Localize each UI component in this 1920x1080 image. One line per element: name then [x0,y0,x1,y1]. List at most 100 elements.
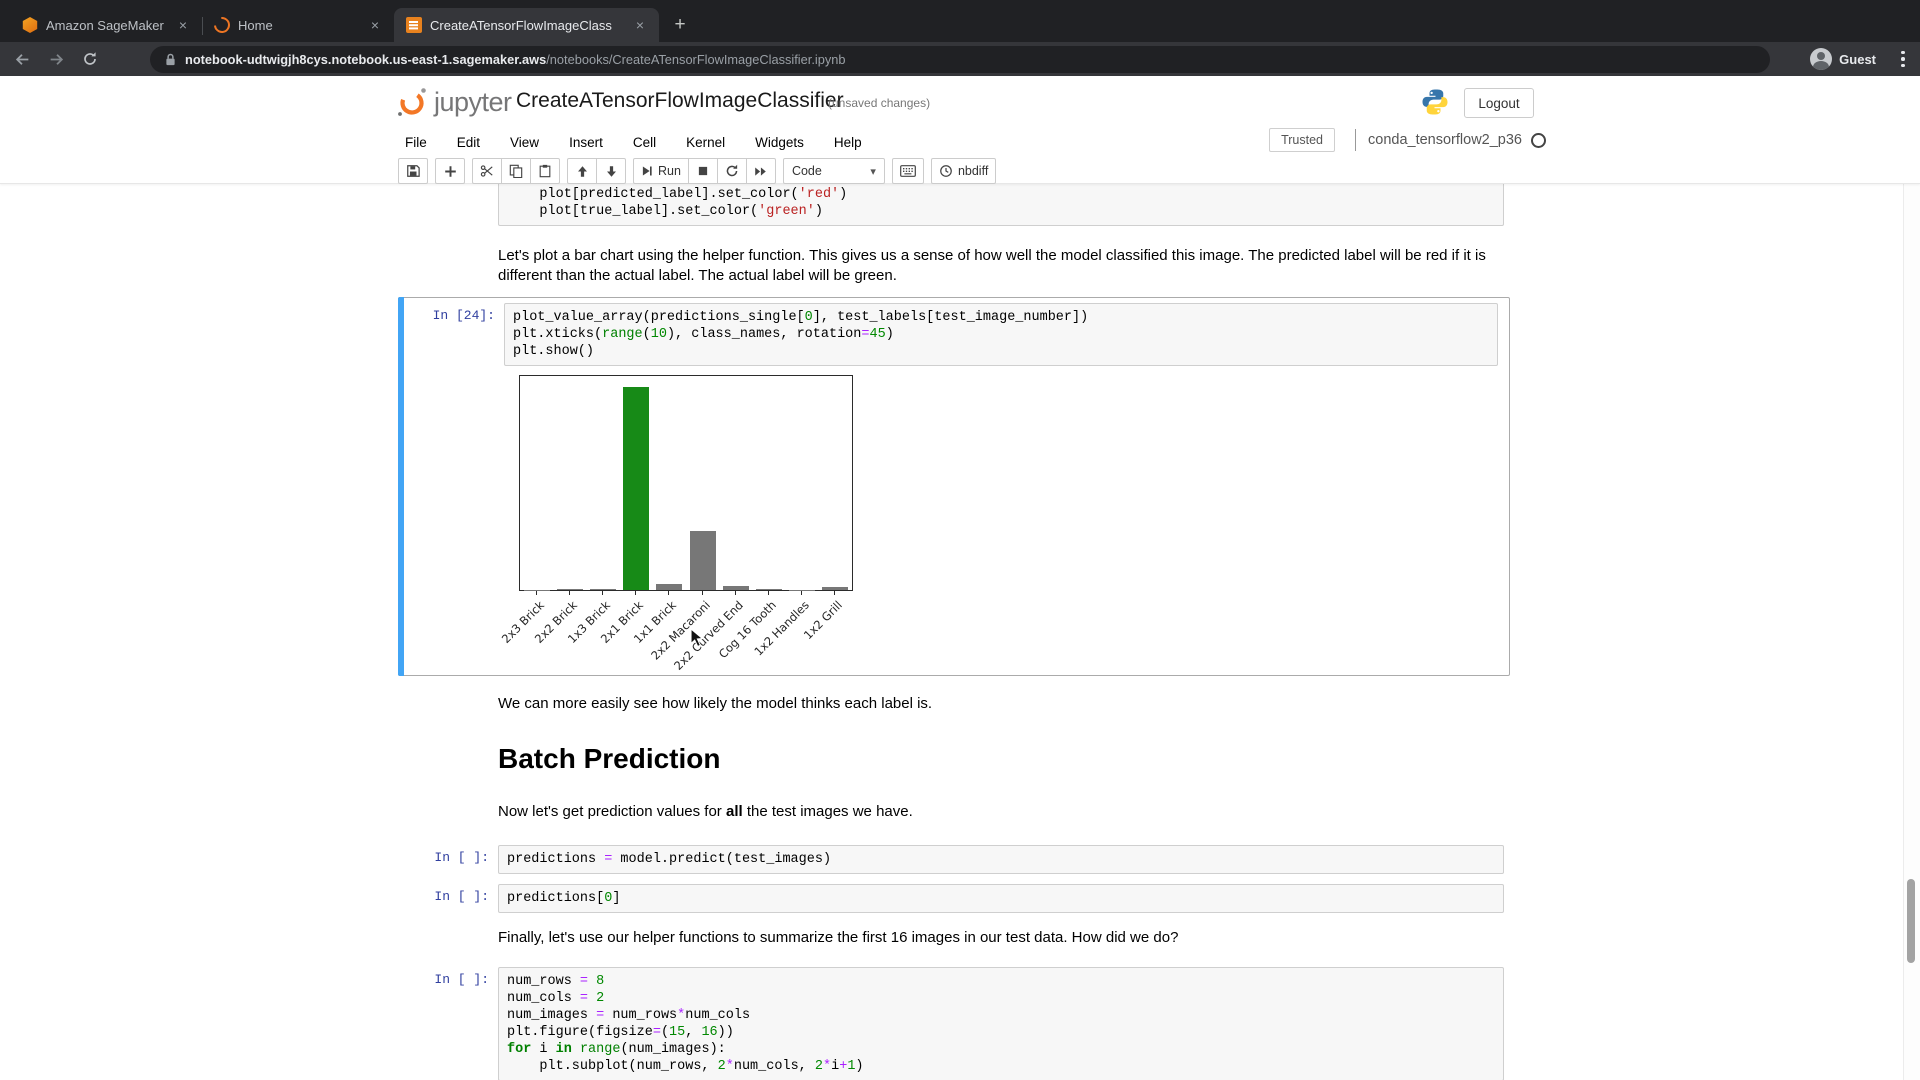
code-cell-batch: In [ ]: num_rows = 8num_cols = 2num_imag… [398,967,1510,1080]
new-tab-button[interactable]: + [667,12,693,38]
selected-code-cell[interactable]: In [24]: plot_value_array(predictions_si… [398,297,1510,676]
menu-cell[interactable]: Cell [618,129,671,156]
arrow-down-icon [605,165,618,178]
profile-chip[interactable]: Guest [1802,45,1884,73]
add-cell-button[interactable] [435,158,465,184]
notebook-icon [406,17,422,33]
notebook-toolbar: Run Code ▾ nbdiff [0,158,1920,184]
chart-axes [519,375,853,591]
restart-kernel-button[interactable] [717,158,747,184]
code-cell-pred0: In [ ]: predictions[0] [398,884,1510,913]
tab-notebook[interactable]: CreateATensorFlowImageClass × [394,8,659,42]
cell-type-select[interactable]: Code ▾ [783,158,885,184]
menu-file[interactable]: File [390,129,442,156]
chart-xtick [768,591,769,595]
menu-help[interactable]: Help [819,129,877,156]
move-up-button[interactable] [567,158,597,184]
chart-bar [756,589,782,590]
copy-cell-button[interactable] [501,158,531,184]
tab-label: CreateATensorFlowImageClass [430,18,623,33]
chart-xtick [635,591,636,595]
tab-home[interactable]: Home× [202,8,394,42]
run-button[interactable]: Run [633,158,689,184]
command-palette-button[interactable] [892,158,924,184]
menu-view[interactable]: View [495,129,554,156]
browser-toolbar: notebook-udtwigjh8cys.notebook.us-east-1… [0,42,1920,76]
chart-bar [822,587,848,590]
browser-menu-button[interactable] [1894,49,1912,69]
move-down-button[interactable] [596,158,626,184]
lock-icon [164,53,177,66]
section-heading: Batch Prediction [498,742,720,776]
address-bar[interactable]: notebook-udtwigjh8cys.notebook.us-east-1… [150,46,1770,73]
tab-close-icon[interactable]: × [366,16,384,34]
back-button[interactable] [10,47,34,71]
chart-bar [656,584,682,590]
divider [1355,129,1356,151]
cell-prompt: In [ ]: [398,967,498,1080]
markdown-cell-finally: Finally, let's use our helper functions … [398,928,1510,948]
forward-button[interactable] [44,47,68,71]
clock-icon [939,164,953,178]
scrollbar-thumb[interactable] [1907,879,1915,963]
cell-prompt: In [ ]: [398,845,498,874]
chart-bar [557,589,583,590]
menu-insert[interactable]: Insert [554,129,618,156]
cell-prompt: In [ ]: [398,884,498,913]
code-cell-predict: In [ ]: predictions = model.predict(test… [398,845,1510,874]
tab-amazon-sagemaker[interactable]: Amazon SageMaker × [10,8,202,42]
stop-button[interactable] [688,158,718,184]
save-icon [406,164,420,178]
arrow-up-icon [576,165,589,178]
menu-edit[interactable]: Edit [442,129,495,156]
chart-bar [623,387,649,590]
code-input[interactable]: plot_value_array(predictions_single[0], … [504,303,1498,366]
url-text: notebook-udtwigjh8cys.notebook.us-east-1… [185,52,845,67]
code-input[interactable]: num_rows = 8num_cols = 2num_images = num… [498,967,1504,1080]
notebook-body: plot[predicted_label].set_color('red') p… [0,184,1900,1080]
chart-bar [690,531,716,590]
run-button-label: Run [658,164,681,178]
tab-close-icon[interactable]: × [174,16,192,34]
profile-name: Guest [1839,52,1876,67]
jupyter-logo[interactable]: jupyter [394,84,512,120]
chart-xtick [602,591,603,595]
jupyter-logo-text: jupyter [434,87,512,118]
cut-cell-button[interactable] [472,158,502,184]
keyboard-icon [900,165,916,177]
code-input[interactable]: predictions = model.predict(test_images) [498,845,1504,874]
menu-kernel[interactable]: Kernel [671,129,740,156]
logout-button[interactable]: Logout [1464,88,1534,118]
code-input[interactable]: plot[predicted_label].set_color('red') p… [498,184,1504,226]
nbdiff-label: nbdiff [958,164,988,178]
notebook-title[interactable]: CreateATensorFlowImageClassifier [516,89,844,113]
markdown-text: Finally, let's use our helper functions … [498,928,1500,948]
chart-xtick [801,591,802,595]
kernel-name: conda_tensorflow2_p36 [1368,132,1522,148]
tab-label: Amazon SageMaker [46,18,166,33]
trusted-badge[interactable]: Trusted [1269,128,1335,152]
tab-close-icon[interactable]: × [631,16,649,34]
kernel-idle-icon [1531,133,1546,148]
stop-icon [697,165,709,177]
cell-prompt: In [24]: [404,303,504,366]
chart-bar [723,586,749,590]
nbdiff-button[interactable]: nbdiff [931,158,996,184]
cell-type-value: Code [792,164,822,178]
markdown-text: Now let's get prediction values for all … [498,802,1500,822]
paste-cell-button[interactable] [530,158,560,184]
jupyter-header: jupyter CreateATensorFlowImageClassifier… [0,76,1920,184]
code-input[interactable]: predictions[0] [498,884,1504,913]
chart-xtick [536,591,537,595]
refresh-icon [725,164,739,178]
restart-run-all-button[interactable] [746,158,776,184]
markdown-cell-intro: Let's plot a bar chart using the helper … [398,246,1510,285]
menubar: FileEditViewInsertCellKernelWidgetsHelp … [0,126,1920,158]
menu-widgets[interactable]: Widgets [740,129,819,156]
reload-button[interactable] [78,47,102,71]
sagemaker-icon [22,17,38,33]
paste-icon [538,164,552,178]
browser-tab-strip: Amazon SageMaker×Home×CreateATensorFlowI… [0,0,1920,42]
cell-output: 2x3 Brick2x2 Brick1x3 Brick2x1 Brick1x1 … [404,373,1504,663]
save-button[interactable] [398,158,428,184]
